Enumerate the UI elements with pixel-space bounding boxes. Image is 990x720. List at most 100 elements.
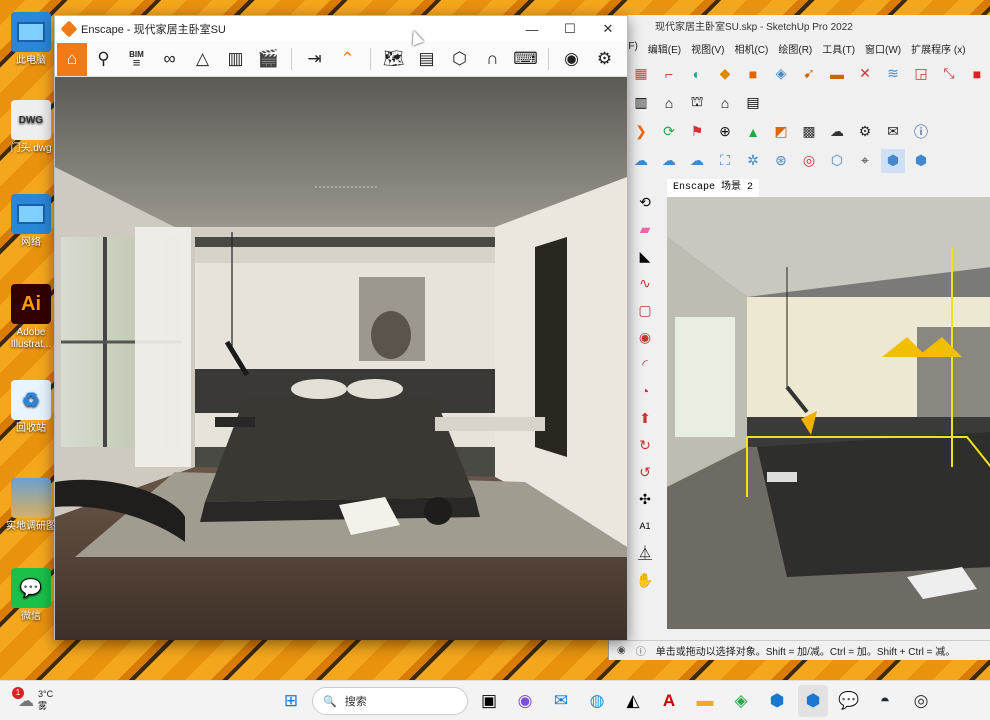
tool-cloud-b-icon[interactable]: ☁ bbox=[657, 149, 681, 173]
tool-cloud-a-icon[interactable]: ☁ bbox=[629, 149, 653, 173]
menu-camera[interactable]: 相机(C) bbox=[734, 41, 768, 59]
tool-mail-icon[interactable]: ✉ bbox=[881, 120, 905, 144]
tool-red-cube-icon[interactable]: ■ bbox=[965, 62, 989, 86]
tool-zoom-extent-icon[interactable]: ⛶ bbox=[713, 149, 737, 173]
atmosphere-icon[interactable]: △ bbox=[186, 43, 219, 76]
tool-hex-icon[interactable]: ⬡ bbox=[825, 149, 849, 173]
tool-house-icon[interactable]: ⌂ bbox=[657, 91, 681, 115]
tool-crosshair-icon[interactable]: ⌖ bbox=[853, 149, 877, 173]
menu-draw[interactable]: 绘图(R) bbox=[778, 41, 812, 59]
clapper-icon[interactable]: 🎬 bbox=[252, 43, 285, 76]
home-icon[interactable]: ⌂ bbox=[57, 42, 87, 76]
status-info-icon[interactable]: ⓘ bbox=[636, 643, 646, 658]
tool-cube-icon[interactable]: ■ bbox=[741, 62, 765, 86]
tool-store-icon[interactable]: ▤ bbox=[741, 91, 765, 115]
tool-cloud-c-icon[interactable]: ☁ bbox=[685, 149, 709, 173]
tool-book-icon[interactable]: ▥ bbox=[629, 91, 653, 115]
bim-icon[interactable]: BIM ≡ bbox=[120, 43, 153, 76]
tool-tree-icon[interactable]: ▲ bbox=[741, 120, 765, 144]
tool-cross-icon[interactable]: ✕ bbox=[853, 62, 877, 86]
task-view-icon[interactable]: ▣ bbox=[474, 685, 504, 717]
start-icon[interactable]: ⊞ bbox=[276, 685, 306, 717]
desktop-icon-dwg[interactable]: DWG 门头.dwg bbox=[4, 100, 58, 155]
tool-chevron-icon[interactable]: ❯ bbox=[629, 120, 653, 144]
tool-followme-icon[interactable]: ↻ bbox=[633, 433, 657, 457]
sketchup-viewport[interactable] bbox=[667, 197, 990, 629]
tool-paint-icon[interactable]: ◣ bbox=[633, 244, 657, 268]
tool-dimension-icon[interactable]: ✣ bbox=[633, 487, 657, 511]
tool-wave-icon[interactable]: ≋ bbox=[881, 62, 905, 86]
asset-library-icon[interactable]: ▤ bbox=[410, 43, 443, 76]
tool-rect-icon[interactable]: ▢ bbox=[633, 298, 657, 322]
close-button[interactable]: ✕ bbox=[589, 21, 627, 37]
maximize-button[interactable]: ☐ bbox=[551, 21, 589, 37]
tool-corner-icon[interactable]: ◲ bbox=[909, 62, 933, 86]
tool-resize-icon[interactable]: ⤡ bbox=[937, 62, 961, 86]
tool-orbit-icon[interactable]: ⊛ bbox=[769, 149, 793, 173]
tool-pipe-icon[interactable]: ▬ bbox=[825, 62, 849, 86]
tool-refresh-icon[interactable]: ⟳ bbox=[657, 120, 681, 144]
wechat-taskbar-icon[interactable]: 💬 bbox=[834, 685, 864, 717]
menu-view[interactable]: 视图(V) bbox=[691, 41, 724, 59]
tool-info-icon[interactable]: ⓘ bbox=[909, 120, 933, 144]
export-icon[interactable]: ⇥ bbox=[298, 43, 331, 76]
tool-rotate-icon[interactable]: ⟲ bbox=[633, 190, 657, 214]
steam-icon[interactable]: ◓ bbox=[870, 685, 900, 717]
green-app-icon[interactable]: ◈ bbox=[726, 685, 756, 717]
desktop-icon-recycle-bin[interactable]: ♻ 回收站 bbox=[4, 380, 58, 435]
desktop-icon-network[interactable]: 网络 bbox=[4, 194, 58, 249]
menu-window[interactable]: 窗口(W) bbox=[865, 41, 901, 59]
meet-icon[interactable]: ◉ bbox=[510, 685, 540, 717]
chrome-icon[interactable]: ◎ bbox=[906, 685, 936, 717]
enscape-render-viewport[interactable] bbox=[55, 77, 627, 640]
binoculars-icon[interactable]: ∞ bbox=[153, 43, 186, 76]
file-explorer-icon[interactable]: ▬ bbox=[690, 685, 720, 717]
settings-icon[interactable]: ⚙ bbox=[588, 43, 621, 76]
tool-home-outline-icon[interactable]: ⌂ bbox=[713, 91, 737, 115]
tool-move-icon[interactable]: ▦ bbox=[629, 62, 653, 86]
tool-offset-icon[interactable]: ↺ bbox=[633, 460, 657, 484]
mail-icon[interactable]: ✉ bbox=[546, 685, 576, 717]
tool-freehand-icon[interactable]: ∿ bbox=[633, 271, 657, 295]
tool-pan-icon[interactable]: ✋ bbox=[633, 568, 657, 592]
eye-icon[interactable]: ◉ bbox=[555, 43, 588, 76]
material-icon[interactable]: ∩ bbox=[476, 43, 509, 76]
tool-cube-blue-icon[interactable]: ⬢ bbox=[909, 149, 933, 173]
map-icon[interactable]: 🗺 bbox=[377, 43, 410, 76]
tool-section-icon[interactable]: ⏅ bbox=[633, 541, 657, 565]
buildings-icon[interactable]: ▥ bbox=[219, 43, 252, 76]
tool-cube-active-icon[interactable]: ⬢ bbox=[881, 148, 905, 173]
tool-solid-icon[interactable]: ◈ bbox=[769, 62, 793, 86]
tool-warehouse-icon[interactable]: ⛫ bbox=[685, 91, 709, 115]
acrobat-icon[interactable]: A bbox=[654, 685, 684, 717]
tool-cloud-upload-icon[interactable]: ☁ bbox=[825, 120, 849, 144]
desktop-icon-wechat[interactable]: 💬 微信 bbox=[4, 568, 58, 623]
tool-text-icon[interactable]: A1 bbox=[633, 514, 657, 538]
tool-chrome-icon[interactable]: ◎ bbox=[797, 149, 821, 173]
status-geo-icon[interactable]: ◉ bbox=[617, 645, 626, 656]
edge-icon[interactable]: ◍ bbox=[582, 685, 612, 717]
tool-box-icon[interactable]: ◆ bbox=[713, 62, 737, 86]
tool-pushpull-icon[interactable]: ⬆ bbox=[633, 406, 657, 430]
collapse-chevron-icon[interactable]: ⌃ bbox=[331, 43, 364, 76]
tool-swirl-icon[interactable]: ◐ bbox=[685, 62, 709, 86]
tool-axes-icon[interactable]: ⌐ bbox=[657, 62, 681, 86]
tool-gear-icon[interactable]: ⚙ bbox=[853, 120, 877, 144]
sketchup-active-icon[interactable]: ⬢ bbox=[798, 685, 828, 717]
tool-checker-icon[interactable]: ▩ bbox=[797, 120, 821, 144]
app-icon[interactable]: ◭ bbox=[618, 685, 648, 717]
enscape-titlebar[interactable]: Enscape - 现代家居主卧室SU — ☐ ✕ bbox=[55, 16, 627, 42]
vr-headset-icon[interactable]: ⌨ bbox=[509, 43, 542, 76]
minimize-button[interactable]: — bbox=[513, 22, 551, 37]
tool-nodes-icon[interactable]: ✲ bbox=[741, 149, 765, 173]
tool-palette-icon[interactable]: ◩ bbox=[769, 120, 793, 144]
tool-flag-icon[interactable]: ⚑ bbox=[685, 120, 709, 144]
tool-plus-icon[interactable]: ⊕ bbox=[713, 120, 737, 144]
desktop-icon-this-pc[interactable]: 此电脑 bbox=[4, 12, 58, 67]
sketchup-icon[interactable]: ⬢ bbox=[762, 685, 792, 717]
location-icon[interactable]: ⚲ bbox=[87, 43, 120, 76]
tool-circle-icon[interactable]: ◉ bbox=[633, 325, 657, 349]
box-icon[interactable]: ⬡ bbox=[443, 43, 476, 76]
menu-edit[interactable]: 编辑(E) bbox=[648, 41, 681, 59]
taskbar-search[interactable]: 🔍 搜索 bbox=[312, 687, 468, 715]
